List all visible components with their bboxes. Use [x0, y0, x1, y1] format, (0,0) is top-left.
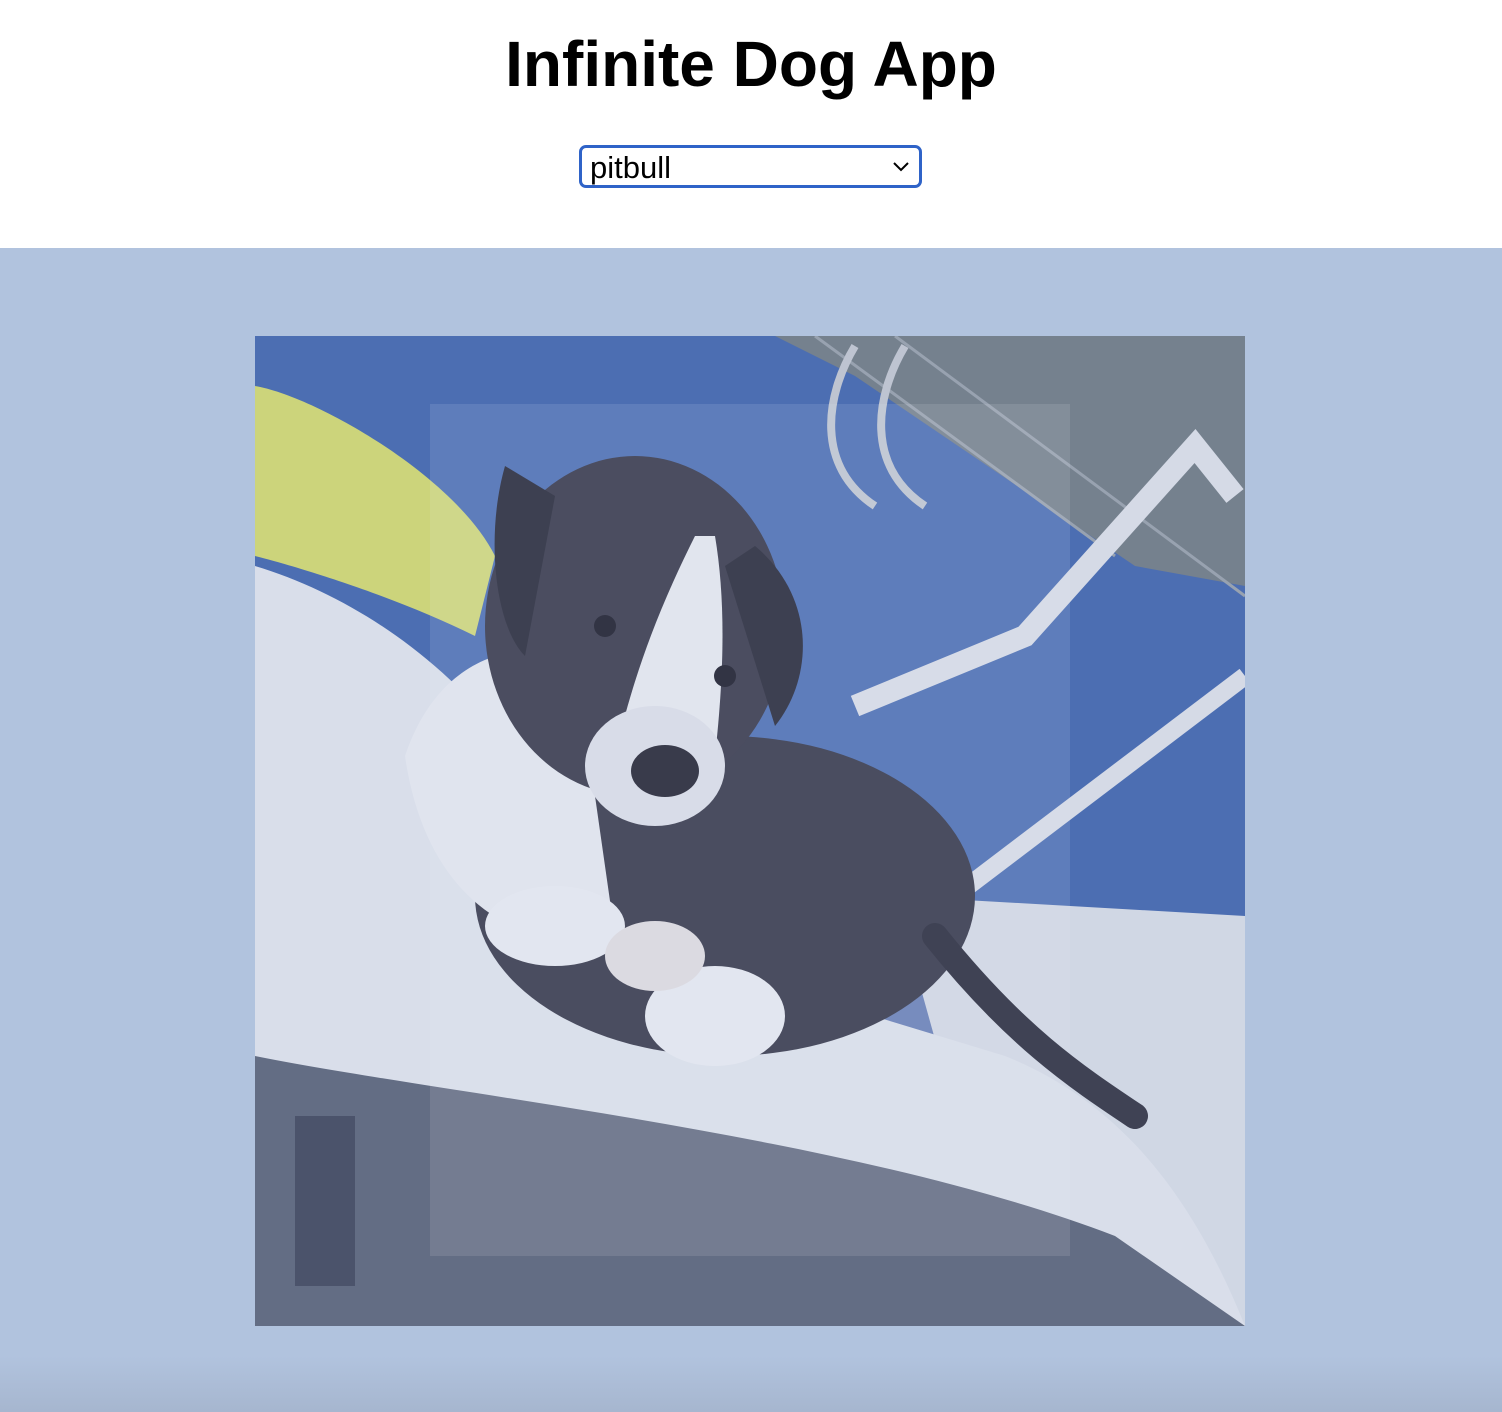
- dog-image: [255, 336, 1245, 1326]
- breed-select[interactable]: pitbull: [579, 145, 922, 188]
- chevron-down-icon: [893, 162, 909, 172]
- page-header: Infinite Dog App pitbull: [0, 0, 1502, 248]
- dog-photo-illustration: [255, 336, 1245, 1326]
- breed-select-value: pitbull: [590, 150, 671, 185]
- gallery-bottom-fade: [0, 1356, 1502, 1412]
- app-title: Infinite Dog App: [505, 28, 997, 100]
